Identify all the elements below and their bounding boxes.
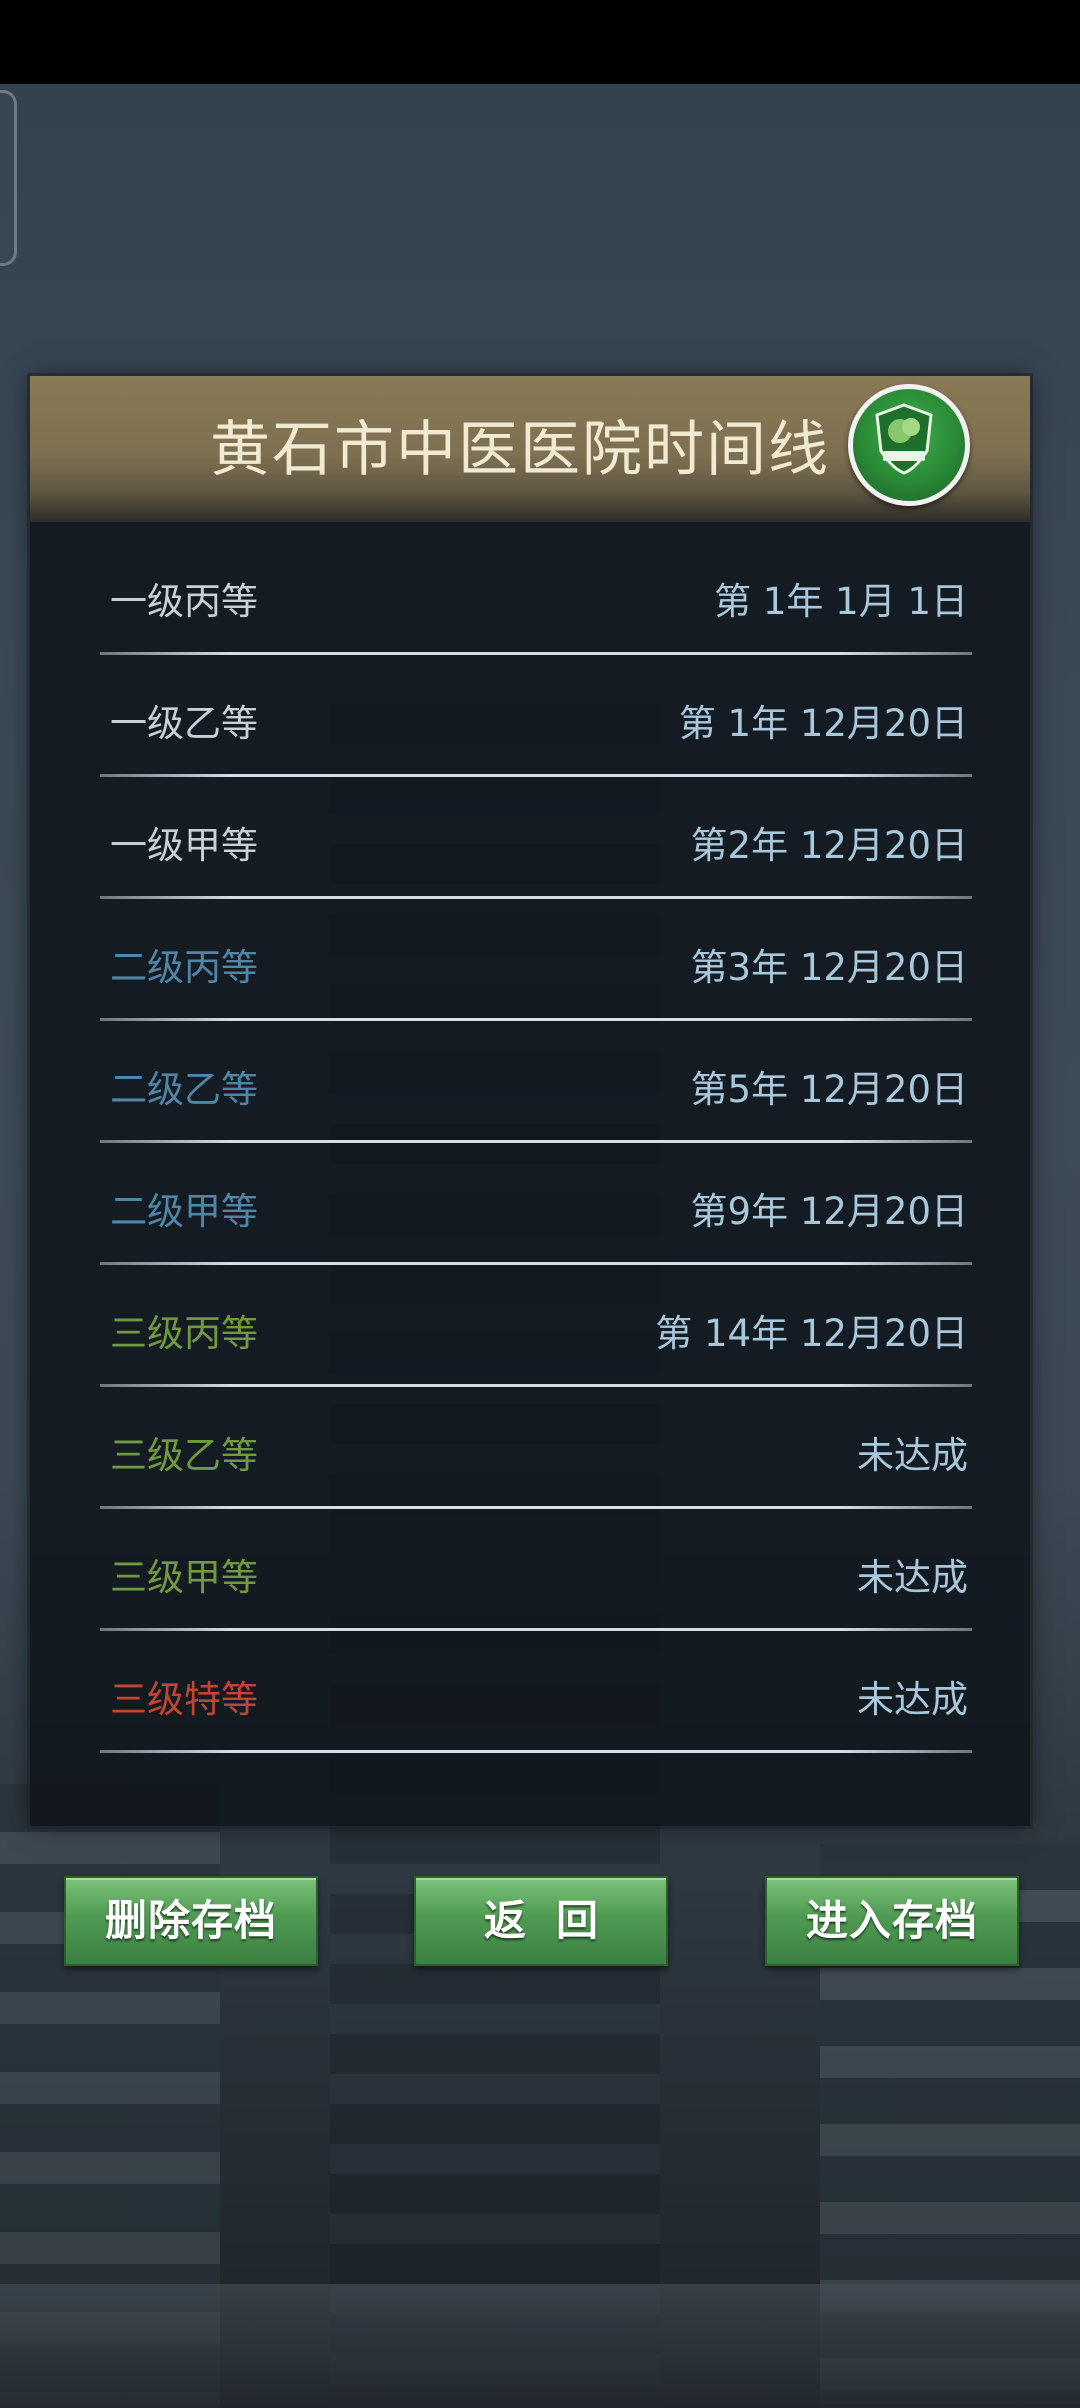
back-button[interactable]: 返回 — [414, 1876, 668, 1966]
milestone-label: 一级甲等 — [110, 824, 258, 867]
milestone-row: 三级甲等 未达成 — [72, 1524, 972, 1646]
milestone-date: 第 1年 1月 1日 — [714, 580, 968, 623]
milestone-label: 二级乙等 — [110, 1068, 258, 1111]
milestone-label: 一级乙等 — [110, 702, 258, 745]
milestone-label: 三级乙等 — [110, 1434, 258, 1477]
milestone-row: 一级甲等 第2年 12月20日 — [72, 792, 972, 914]
milestone-label: 三级甲等 — [110, 1556, 258, 1599]
side-tab-handle[interactable] — [0, 90, 17, 266]
milestone-row: 二级乙等 第5年 12月20日 — [72, 1036, 972, 1158]
milestone-date: 未达成 — [857, 1556, 968, 1599]
milestone-label: 三级丙等 — [110, 1312, 258, 1355]
row-divider — [100, 1018, 972, 1021]
row-divider — [100, 1506, 972, 1509]
row-divider — [100, 1140, 972, 1143]
delete-save-button[interactable]: 删除存档 — [64, 1876, 318, 1966]
milestone-date: 第2年 12月20日 — [690, 824, 968, 867]
milestone-date: 第5年 12月20日 — [690, 1068, 968, 1111]
row-divider — [100, 1262, 972, 1265]
hospital-emblem-icon — [848, 384, 970, 506]
milestone-row: 三级乙等 未达成 — [72, 1402, 972, 1524]
milestone-label: 一级丙等 — [110, 580, 258, 623]
milestone-date: 第9年 12月20日 — [690, 1190, 968, 1233]
screen: 黄石市中医医院时间线 一级丙等 第 1年 1月 1日一级乙等 第 1年 12月20日… — [0, 0, 1080, 2408]
milestone-row: 一级乙等 第 1年 12月20日 — [72, 670, 972, 792]
row-divider — [100, 1384, 972, 1387]
milestone-row: 二级丙等 第3年 12月20日 — [72, 914, 972, 1036]
milestone-list: 一级丙等 第 1年 1月 1日一级乙等 第 1年 12月20日一级甲等 第2年 12月… — [72, 548, 972, 1768]
panel-header: 黄石市中医医院时间线 — [30, 376, 1030, 522]
milestone-date: 第 14年 12月20日 — [655, 1312, 968, 1355]
milestone-date: 第 1年 12月20日 — [678, 702, 968, 745]
milestone-row: 一级丙等 第 1年 1月 1日 — [72, 548, 972, 670]
milestone-date: 未达成 — [857, 1434, 968, 1477]
milestone-label: 三级特等 — [110, 1678, 258, 1721]
row-divider — [100, 1628, 972, 1631]
milestone-label: 二级甲等 — [110, 1190, 258, 1233]
hospital-emblem-graphic — [875, 403, 933, 475]
milestone-row: 三级特等 未达成 — [72, 1646, 972, 1768]
background-ground — [0, 2284, 1080, 2408]
milestone-date: 未达成 — [857, 1678, 968, 1721]
row-divider — [100, 896, 972, 899]
row-divider — [100, 774, 972, 777]
row-divider — [100, 1750, 972, 1753]
row-divider — [100, 652, 972, 655]
milestone-row: 三级丙等 第 14年 12月20日 — [72, 1280, 972, 1402]
enter-save-button[interactable]: 进入存档 — [765, 1876, 1019, 1966]
status-bar — [0, 0, 1080, 84]
panel-title: 黄石市中医医院时间线 — [210, 415, 830, 485]
milestone-label: 二级丙等 — [110, 946, 258, 989]
milestone-date: 第3年 12月20日 — [690, 946, 968, 989]
milestone-row: 二级甲等 第9年 12月20日 — [72, 1158, 972, 1280]
